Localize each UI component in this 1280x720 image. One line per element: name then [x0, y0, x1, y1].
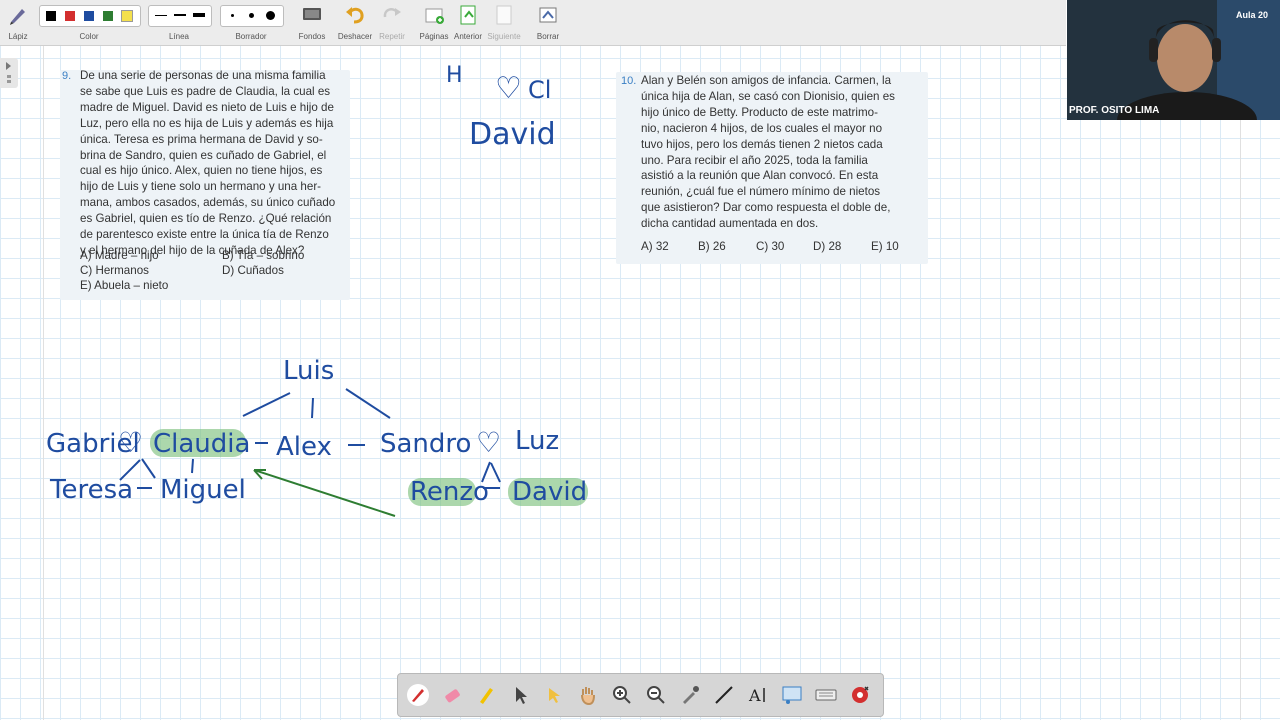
eraser-icon[interactable] — [440, 683, 464, 707]
presenter-name: PROF. OSITO LIMA — [1069, 105, 1160, 116]
luis-label: Luis — [283, 356, 334, 386]
laser-pointer-icon[interactable] — [542, 683, 566, 707]
claudia-label: Claudia — [153, 429, 250, 459]
note-clau: Cl — [528, 76, 551, 104]
top-notes: H ♡ Cl David — [446, 63, 556, 152]
screen-capture-icon[interactable] — [780, 683, 804, 707]
zoom-out-icon[interactable] — [644, 683, 668, 707]
teresa-label: Teresa — [49, 475, 133, 505]
alex-label: Alex — [276, 432, 332, 462]
webcam-overlay: Aula 20 PROF. OSITO LIMA — [1067, 0, 1280, 120]
gabriel-claudia-heart-icon: ♡ — [118, 426, 143, 459]
line-draw-icon[interactable] — [712, 683, 736, 707]
pan-hand-icon[interactable] — [576, 683, 600, 707]
renzo-label: Renzo — [410, 477, 489, 507]
brand-logo: Aula 20 — [1235, 10, 1268, 20]
luis-branches — [242, 388, 391, 419]
david-label: David — [512, 477, 587, 507]
zoom-in-icon[interactable] — [610, 683, 634, 707]
svg-text:A: A — [748, 686, 761, 705]
settings-gear-icon[interactable] — [848, 683, 872, 707]
highlighter-icon[interactable] — [474, 683, 498, 707]
drawing-dock: A — [397, 673, 884, 717]
keyboard-icon[interactable] — [814, 683, 838, 707]
note-heart-icon: ♡ — [495, 71, 522, 106]
note-david: David — [469, 117, 556, 152]
luz-label: Luz — [515, 426, 559, 456]
relation-arrow — [253, 469, 396, 517]
select-pointer-icon[interactable] — [508, 683, 532, 707]
text-tool-icon[interactable]: A — [746, 683, 770, 707]
eyedropper-icon[interactable] — [678, 683, 702, 707]
pen-tool-icon[interactable] — [406, 683, 430, 707]
family-tree: Luis Gabriel ♡ Claudia Alex Sandro ♡ Luz… — [46, 356, 588, 517]
sandro-label: Sandro — [380, 429, 471, 459]
sandro-luz-heart-icon: ♡ — [476, 426, 501, 459]
note-h: H — [446, 63, 463, 88]
miguel-label: Miguel — [160, 475, 246, 505]
